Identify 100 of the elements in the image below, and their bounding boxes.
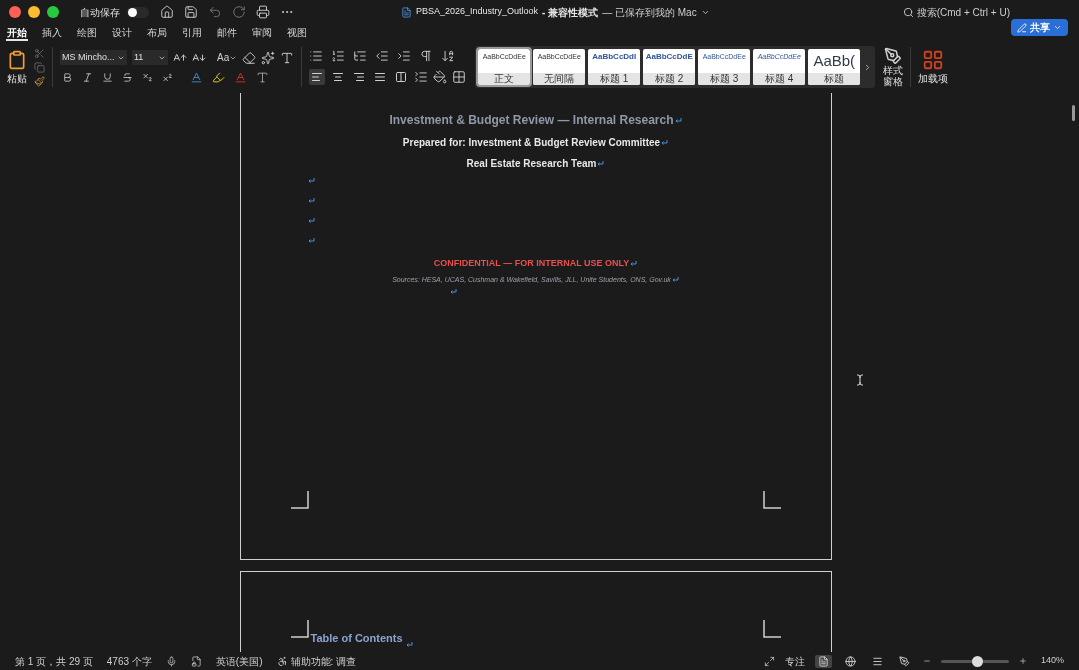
styles-pane-label[interactable]: 样式窗格: [882, 65, 904, 87]
distributed-icon: [395, 71, 408, 83]
ribbon-tab[interactable]: 引用: [181, 24, 203, 41]
increase-indent-icon[interactable]: [397, 49, 412, 63]
autosave-label: 自动保存: [80, 5, 120, 20]
style-preset[interactable]: AaBbCcDdE 标题 2: [643, 49, 696, 85]
align-right-icon: [353, 71, 366, 83]
align-center-icon: [332, 71, 345, 83]
paragraph-mark-icon: [405, 641, 413, 648]
borders-icon[interactable]: [452, 70, 467, 84]
accessibility-status[interactable]: 辅助功能: 调查: [290, 653, 357, 669]
margin-corner-mark: [762, 620, 781, 638]
ribbon-tab[interactable]: 绘图: [76, 24, 98, 41]
strikethrough-icon[interactable]: [122, 72, 133, 83]
outline-icon: [871, 655, 883, 667]
line-spacing-icon[interactable]: [414, 70, 429, 84]
home-icon[interactable]: [160, 5, 174, 19]
minimize-window-button[interactable]: [28, 6, 40, 18]
caret-icon: [1053, 23, 1062, 32]
align-left-icon: [311, 71, 324, 83]
page-count[interactable]: 第 1 页，共 29 页: [15, 653, 93, 669]
sort-icon[interactable]: [441, 49, 456, 63]
style-preset[interactable]: AaBb( 标题: [808, 49, 861, 85]
font-color-icon[interactable]: [234, 71, 247, 84]
bullets-icon[interactable]: [309, 49, 324, 63]
format-painter-icon[interactable]: [34, 75, 45, 87]
ribbon-tab[interactable]: 视图: [286, 24, 308, 41]
change-case-button[interactable]: Aa: [217, 50, 238, 65]
focus-label[interactable]: 专注: [784, 653, 805, 669]
save-icon[interactable]: [184, 5, 198, 19]
styles-pane-icon[interactable]: [883, 47, 902, 65]
zoom-in-icon[interactable]: [1018, 657, 1027, 665]
superscript-icon[interactable]: [162, 72, 173, 83]
ribbon-tab[interactable]: 设计: [111, 24, 133, 41]
text-cursor-icon: [854, 373, 866, 387]
zoom-out-icon[interactable]: [922, 657, 931, 665]
language-label[interactable]: 英语(美国): [215, 653, 263, 669]
save-status: — 已保存到我的 Mac: [602, 5, 697, 20]
page-icon: [817, 655, 829, 667]
paragraph-mark-icon: [671, 276, 679, 283]
print-icon[interactable]: [256, 5, 270, 19]
decrease-indent-icon[interactable]: [375, 49, 390, 63]
paragraph-mark-icon: [597, 161, 605, 168]
expand-icon[interactable]: [763, 655, 775, 667]
view-button[interactable]: [814, 654, 832, 668]
bold-icon[interactable]: [62, 72, 73, 83]
highlighter-icon[interactable]: [212, 71, 225, 84]
undo-icon[interactable]: [208, 5, 222, 19]
paragraph-text: Investment & Budget Review — Internal Research: [389, 113, 674, 127]
paragraph-mark-icon: [661, 140, 669, 147]
italic-icon[interactable]: [82, 72, 93, 83]
text-effect-icon[interactable]: [190, 71, 203, 84]
zoom-window-button[interactable]: [47, 6, 59, 18]
word-count[interactable]: 4763 个字: [106, 653, 152, 669]
ribbon-tab[interactable]: 邮件: [216, 24, 238, 41]
accessibility-icon[interactable]: [276, 655, 288, 667]
add-ins-icon[interactable]: [922, 48, 945, 71]
paragraph-mark-icon: [307, 198, 315, 204]
subscript-icon[interactable]: [142, 72, 153, 83]
document-lock-icon[interactable]: [190, 655, 202, 667]
shading-fill-icon[interactable]: [433, 70, 448, 84]
heading-text: Table of Contents: [310, 631, 403, 646]
paragraph-mark-icon: [449, 289, 457, 295]
font-dropdown[interactable]: MS Mincho...: [60, 50, 127, 65]
paragraph-mark-icon: [307, 218, 315, 224]
underline-icon[interactable]: [102, 72, 113, 83]
ribbon-tab[interactable]: 布局: [146, 24, 168, 41]
multilevel-list-icon[interactable]: [353, 49, 368, 63]
margin-corner-mark: [290, 620, 309, 638]
add-ins-label[interactable]: 加载项: [918, 70, 949, 86]
search-icon: [902, 6, 914, 18]
numbering-icon[interactable]: [331, 49, 346, 63]
paste-label[interactable]: 粘贴: [7, 70, 27, 86]
font-size-dropdown[interactable]: 11: [132, 50, 168, 65]
paragraph-mark-icon: [307, 178, 315, 184]
ribbon-tab[interactable]: 插入: [41, 24, 63, 41]
search-field[interactable]: 搜索(Cmd + Ctrl + U): [902, 4, 1010, 20]
redo-icon[interactable]: [232, 5, 246, 19]
pen-icon: [898, 655, 910, 667]
document-icon: [401, 6, 412, 18]
paragraph-mark-icon: [307, 238, 315, 244]
ribbon-tab[interactable]: 审阅: [251, 24, 273, 41]
globe-icon: [844, 655, 856, 667]
dictation-icon[interactable]: [165, 655, 177, 667]
share-button[interactable]: 共享: [1011, 19, 1068, 36]
paragraph-text: Prepared for: Investment & Budget Review Committee: [402, 137, 661, 148]
ribbon-tab[interactable]: 开始: [6, 24, 28, 41]
align-button[interactable]: [309, 69, 326, 85]
zoom-percentage[interactable]: 140%: [1040, 654, 1064, 668]
clear-format-icon[interactable]: [242, 50, 257, 65]
paste-icon[interactable]: [7, 48, 27, 71]
paragraph-text: CONFIDENTIAL — FOR INTERNAL USE ONLY: [433, 258, 630, 268]
show-marks-icon[interactable]: [419, 49, 434, 63]
cut-icon[interactable]: [34, 47, 45, 59]
style-preset[interactable]: AaBbCcDdI 标题 1: [588, 49, 641, 85]
close-window-button[interactable]: [9, 6, 21, 18]
pen-icon: [1017, 22, 1027, 33]
autosave-toggle[interactable]: [127, 6, 149, 18]
text-effects-icon[interactable]: [261, 50, 276, 65]
justify-icon: [374, 71, 387, 83]
